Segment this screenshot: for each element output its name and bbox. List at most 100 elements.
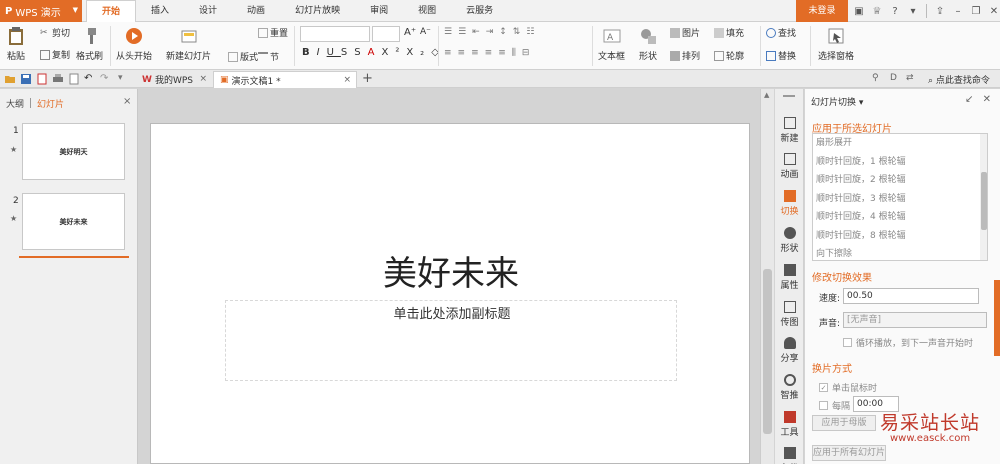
- list-item[interactable]: 顺时针回旋，4 根轮辐: [813, 208, 987, 227]
- copy-button[interactable]: 复制: [40, 48, 70, 61]
- select-pane-button[interactable]: 选择窗格: [818, 22, 854, 62]
- sidebar-item-shape[interactable]: 形状: [775, 227, 804, 254]
- section-button[interactable]: 节: [258, 50, 279, 63]
- outline-button[interactable]: 轮廓: [714, 49, 744, 62]
- tab-review[interactable]: 审阅: [355, 0, 403, 22]
- align-right-icon[interactable]: ≡: [471, 48, 485, 58]
- restore-icon[interactable]: ❐: [969, 6, 983, 17]
- app-menu-button[interactable]: P WPS 演示 ▼: [0, 0, 82, 22]
- arrange-button[interactable]: 排列: [670, 49, 700, 62]
- subscript-icon[interactable]: X₂: [406, 47, 431, 58]
- replace-button[interactable]: 替换: [766, 49, 796, 62]
- chevron-down-icon[interactable]: ▾: [906, 6, 920, 17]
- slide-thumbnail-1[interactable]: 美好明天: [22, 123, 125, 180]
- sidebar-item-upload-image[interactable]: 传图: [775, 301, 804, 328]
- doc-tab-my-wps[interactable]: W 我的WPS ×: [136, 71, 212, 88]
- find-button[interactable]: 查找: [766, 26, 796, 39]
- pin-icon[interactable]: ⚲: [872, 73, 884, 85]
- layout-button[interactable]: 版式: [228, 50, 258, 63]
- font-style-buttons[interactable]: BIUSSAX²X₂◇: [302, 47, 446, 58]
- scrollbar-thumb[interactable]: [981, 172, 987, 230]
- strikethrough-icon[interactable]: S: [341, 47, 354, 58]
- align-left-icon[interactable]: ≡: [444, 48, 458, 58]
- align-text-icon[interactable]: ☷: [526, 27, 540, 37]
- picture-button[interactable]: 图片: [670, 26, 700, 39]
- slide-title[interactable]: 美好未来: [151, 246, 751, 295]
- list-scrollbar[interactable]: [980, 134, 987, 260]
- current-slide[interactable]: 美好未来 单击此处添加副标题: [150, 123, 750, 464]
- paste-button[interactable]: 粘贴: [6, 22, 26, 62]
- font-name-select[interactable]: [300, 26, 370, 42]
- close-icon[interactable]: ×: [343, 75, 351, 85]
- shirt-icon[interactable]: ♕: [870, 6, 884, 17]
- shrink-font-button[interactable]: A⁻: [420, 27, 431, 37]
- collapse-handle[interactable]: [783, 95, 795, 97]
- print-preview-icon[interactable]: [68, 73, 80, 85]
- sidebar-item-backup[interactable]: 备份: [775, 447, 804, 464]
- columns-icon[interactable]: ⫼: [512, 48, 522, 58]
- justify-icon[interactable]: ≡: [485, 48, 499, 58]
- text-box-button[interactable]: A 文本框: [598, 22, 625, 62]
- pane-collapse-tab[interactable]: [994, 280, 1000, 356]
- subtitle-placeholder[interactable]: 单击此处添加副标题: [225, 300, 677, 381]
- loop-sound-checkbox[interactable]: 循环播放，到下一声音开始时: [843, 336, 973, 349]
- open-folder-icon[interactable]: [4, 73, 16, 85]
- shape-button[interactable]: 形状: [638, 22, 658, 62]
- font-color-icon[interactable]: A: [368, 47, 382, 58]
- close-icon[interactable]: ×: [199, 74, 207, 84]
- cut-button[interactable]: ✂ 剪切: [40, 26, 70, 40]
- apply-to-all-button[interactable]: 应用于所有幻灯片: [812, 445, 886, 461]
- close-icon[interactable]: ×: [123, 96, 131, 107]
- start-slideshow-button[interactable]: 从头开始: [116, 22, 152, 62]
- list-item[interactable]: 顺时针回旋，2 根轮辐: [813, 171, 987, 190]
- grow-font-button[interactable]: A⁺: [404, 27, 416, 38]
- bold-icon[interactable]: B: [302, 47, 317, 58]
- list-item[interactable]: 向下擦除: [813, 245, 987, 260]
- list-item[interactable]: 顺时针回旋，8 根轮辐: [813, 227, 987, 246]
- slide-thumbnail-2[interactable]: 美好未来: [22, 193, 125, 250]
- login-button[interactable]: 未登录: [796, 0, 848, 22]
- skin-icon[interactable]: ▣: [852, 6, 866, 17]
- line-spacing-icon[interactable]: ↕: [499, 27, 513, 37]
- upload-icon[interactable]: ⇪: [933, 6, 947, 17]
- close-icon[interactable]: ✕: [983, 94, 991, 105]
- on-click-checkbox[interactable]: ✓ 单击鼠标时: [819, 381, 877, 394]
- tab-home[interactable]: 开始: [86, 0, 137, 23]
- tab-outline[interactable]: 大纲: [6, 97, 24, 110]
- sidebar-item-properties[interactable]: 属性: [775, 264, 804, 291]
- decrease-indent-icon[interactable]: ⇤: [472, 27, 486, 37]
- scrollbar-thumb[interactable]: [763, 269, 772, 434]
- tab-cloud-service[interactable]: 云服务: [451, 0, 508, 22]
- text-direction-icon[interactable]: ⇅: [513, 27, 527, 37]
- export-pdf-icon[interactable]: [36, 73, 48, 85]
- shadow-icon[interactable]: S: [354, 47, 367, 58]
- font-size-select[interactable]: [372, 26, 400, 42]
- list-item[interactable]: 扇形展开: [813, 134, 987, 153]
- sound-select[interactable]: [无声音]: [843, 312, 987, 328]
- dock-icon[interactable]: ↙: [965, 94, 973, 105]
- doc-info-icon[interactable]: D: [890, 73, 902, 85]
- superscript-icon[interactable]: X²: [381, 47, 406, 58]
- print-icon[interactable]: [52, 73, 64, 85]
- underline-icon[interactable]: U: [327, 47, 341, 58]
- list-item[interactable]: 顺时针回旋，3 根轮辐: [813, 190, 987, 209]
- tab-view[interactable]: 视图: [403, 0, 451, 22]
- tab-slides[interactable]: 幻灯片: [37, 97, 64, 110]
- scroll-up-icon[interactable]: ▲: [764, 91, 769, 99]
- number-list-icon[interactable]: ☰: [458, 27, 472, 37]
- apply-to-master-button[interactable]: 应用于母版: [812, 415, 876, 431]
- pane-title[interactable]: 幻灯片切换 ▾: [811, 95, 863, 108]
- new-tab-icon[interactable]: +: [362, 71, 373, 86]
- fill-button[interactable]: 填充: [714, 26, 744, 39]
- redo-icon[interactable]: ↷: [100, 73, 112, 85]
- undo-icon[interactable]: ↶: [84, 73, 96, 85]
- sidebar-item-recommend[interactable]: 智推: [775, 374, 804, 401]
- doc-tab-presentation[interactable]: ▣ 演示文稿1 * ×: [213, 71, 357, 88]
- sidebar-item-transition[interactable]: 切换: [775, 190, 804, 217]
- vertical-scrollbar[interactable]: ▲: [760, 89, 774, 464]
- new-slide-button[interactable]: 新建幻灯片: [166, 22, 211, 62]
- format-painter-button[interactable]: 格式刷: [76, 22, 103, 62]
- tab-animation[interactable]: 动画: [232, 0, 280, 22]
- reset-button[interactable]: 重置: [258, 26, 288, 39]
- paragraph-row2[interactable]: ≡ ≡ ≡ ≡ ≡ ⫼ ⊟: [444, 48, 535, 58]
